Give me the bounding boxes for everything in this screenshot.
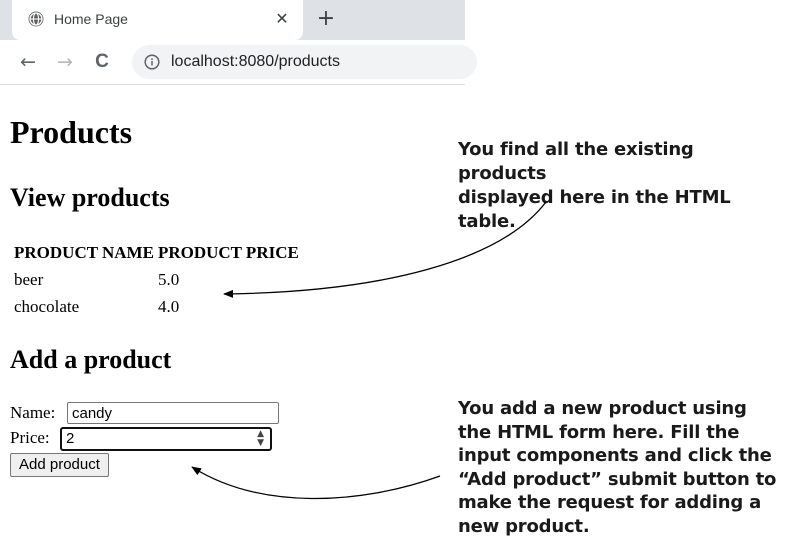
- close-icon[interactable]: ✕: [272, 9, 292, 29]
- back-arrow-icon[interactable]: ←: [16, 50, 40, 74]
- spinner-icon[interactable]: ▲ ▼: [257, 430, 264, 448]
- address-bar[interactable]: localhost:8080/products: [132, 45, 477, 79]
- name-label: Name:: [10, 403, 56, 422]
- annotation-line: new product.: [458, 515, 590, 537]
- add-product-heading: Add a product: [10, 345, 172, 374]
- annotation-line: “Add product” submit button to: [458, 468, 777, 490]
- annotation-line: displayed here in the HTML table.: [458, 187, 731, 232]
- forward-arrow-icon[interactable]: →: [53, 50, 77, 74]
- product-name-cell: chocolate: [14, 296, 80, 316]
- reload-icon[interactable]: C: [90, 50, 114, 74]
- annotation-line: You add a new product using: [458, 398, 747, 419]
- table-row: chocolate 4.0: [12, 293, 301, 320]
- column-header-product-name: PRODUCT NAME: [14, 243, 154, 262]
- price-input-value: 2: [66, 430, 75, 447]
- product-price-cell: 5.0: [157, 269, 180, 289]
- name-row: Name: candy: [10, 402, 290, 426]
- product-name-cell: beer: [14, 269, 44, 289]
- name-input[interactable]: candy: [67, 402, 279, 424]
- column-header-product-price: PRODUCT PRICE: [157, 243, 299, 262]
- price-input[interactable]: 2 ▲ ▼: [60, 427, 272, 451]
- price-row: Price: 2 ▲ ▼: [10, 427, 290, 453]
- annotation-line: You find all the existing products: [458, 139, 694, 184]
- add-product-button[interactable]: Add product: [10, 453, 109, 477]
- annotation-line: input components and click the: [458, 445, 772, 466]
- annotation-line: make the request for adding a: [458, 492, 762, 513]
- product-price-cell: 4.0: [157, 296, 180, 316]
- tab-strip: Home Page ✕ +: [0, 0, 465, 40]
- form-callout-arrow: [191, 466, 441, 500]
- table-annotation: You find all the existing products displ…: [458, 138, 787, 234]
- annotation-line: the HTML form here. Fill the: [458, 421, 740, 443]
- products-table: PRODUCT NAME PRODUCT PRICE beer 5.0 choc…: [12, 240, 301, 320]
- price-label: Price:: [10, 428, 50, 447]
- table-row: beer 5.0: [12, 266, 301, 293]
- info-icon[interactable]: [144, 54, 160, 70]
- new-tab-icon[interactable]: +: [314, 7, 338, 31]
- browser-toolbar: ← → C localhost:8080/products: [0, 40, 477, 85]
- view-products-heading: View products: [10, 183, 170, 212]
- browser-chrome: Home Page ✕ + ← → C localhost:8080/produ…: [0, 0, 477, 85]
- tab-title: Home Page: [54, 11, 128, 27]
- form-annotation: You add a new product using the HTML for…: [458, 397, 776, 538]
- globe-icon: [28, 11, 44, 27]
- tab-home-page[interactable]: Home Page ✕: [12, 0, 303, 40]
- page-title: Products: [10, 114, 133, 150]
- url-text: localhost:8080/products: [171, 53, 340, 70]
- table-header-row: PRODUCT NAME PRODUCT PRICE: [12, 240, 301, 266]
